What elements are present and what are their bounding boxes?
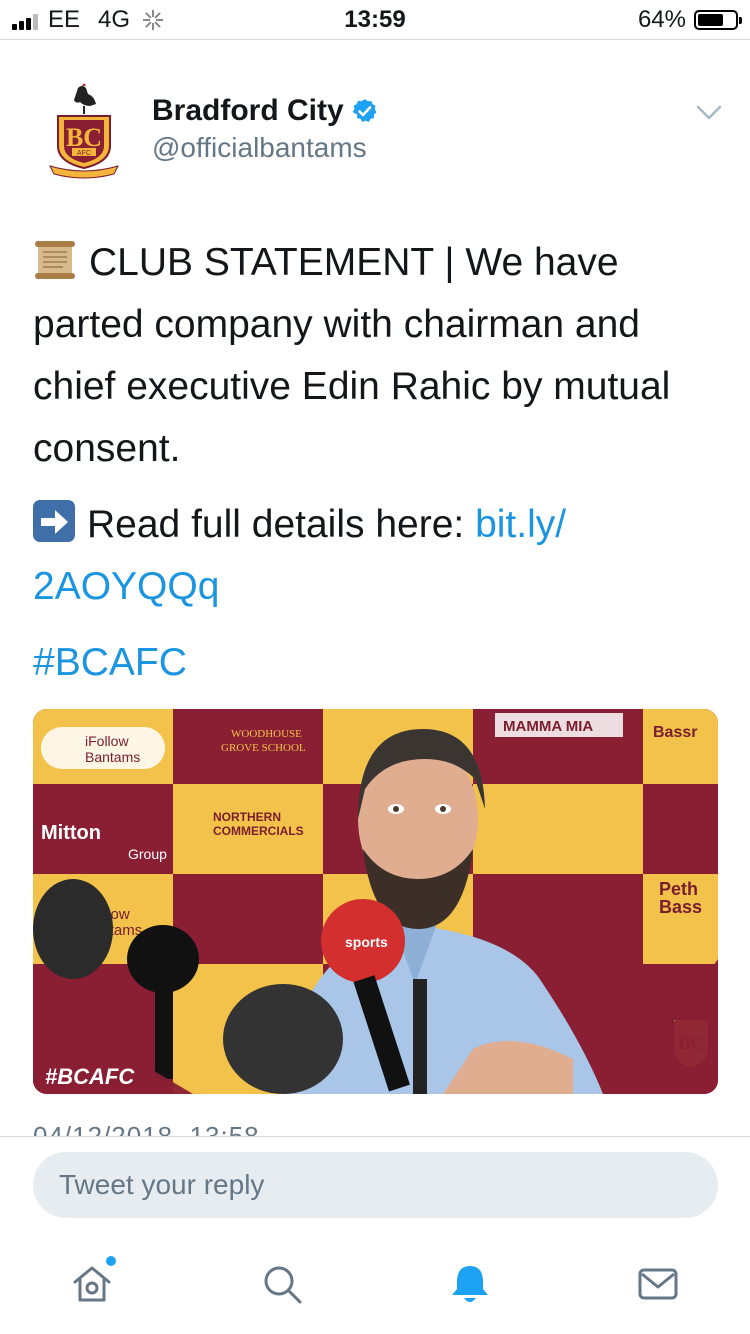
svg-text:GROVE SCHOOL: GROVE SCHOOL xyxy=(221,742,306,754)
verified-badge-icon xyxy=(352,99,377,122)
svg-text:COMMERCIALS: COMMERCIALS xyxy=(213,824,304,838)
bradford-city-crest-icon: BC AFC xyxy=(49,83,119,179)
svg-text:Peth: Peth xyxy=(659,879,698,899)
svg-text:NORTHERN: NORTHERN xyxy=(213,810,281,824)
tweet-paragraph-link: Read full details here: bit.ly/ 2AOYQQq xyxy=(33,494,723,618)
tab-notifications[interactable] xyxy=(448,1262,492,1306)
reply-divider xyxy=(0,1136,750,1137)
tab-messages[interactable] xyxy=(636,1262,680,1306)
avatar[interactable]: BC AFC xyxy=(42,82,126,182)
search-icon xyxy=(264,1266,302,1304)
tweet-media-image[interactable]: iFollow Bantams WOODHOUSE GROVE SCHOOL M… xyxy=(33,709,718,1094)
svg-text:Bass: Bass xyxy=(659,897,702,917)
statement-text: CLUB STATEMENT | We have parted company … xyxy=(33,241,671,470)
chevron-down-icon[interactable] xyxy=(696,104,722,122)
svg-text:iFollow: iFollow xyxy=(85,733,129,749)
svg-text:sports: sports xyxy=(345,934,388,950)
scroll-emoji-icon xyxy=(35,241,75,279)
home-icon xyxy=(73,1266,111,1302)
tweet-text: CLUB STATEMENT | We have parted company … xyxy=(33,232,723,708)
tab-search[interactable] xyxy=(260,1262,304,1306)
reply-input[interactable] xyxy=(33,1152,718,1218)
svg-text:Group: Group xyxy=(128,846,167,862)
tab-home[interactable] xyxy=(70,1262,114,1306)
author-display-name[interactable]: Bradford City xyxy=(152,94,378,128)
tweet-timestamp: 04/12/2018, 13:58 xyxy=(33,1121,260,1136)
read-more-text: Read full details here: xyxy=(87,503,476,546)
svg-text:BC: BC xyxy=(66,123,102,152)
press-conference-photo: iFollow Bantams WOODHOUSE GROVE SCHOOL M… xyxy=(33,709,718,1094)
svg-text:Mitton: Mitton xyxy=(41,822,101,844)
author-handle[interactable]: @officialbantams xyxy=(152,132,367,164)
tweet-paragraph-statement: CLUB STATEMENT | We have parted company … xyxy=(33,232,723,480)
svg-text:AFC: AFC xyxy=(77,150,91,157)
battery-icon xyxy=(694,10,742,30)
status-bar: EE 4G 13:59 64% xyxy=(0,0,750,40)
svg-text:WOODHOUSE: WOODHOUSE xyxy=(231,728,302,740)
battery-percentage: 64% xyxy=(637,6,686,33)
hashtag-link[interactable]: #BCAFC xyxy=(33,641,187,684)
svg-text:MAMMA MIA: MAMMA MIA xyxy=(503,718,593,735)
messages-icon xyxy=(638,1268,678,1300)
svg-text:Bassr: Bassr xyxy=(653,724,697,741)
svg-text:Bantams: Bantams xyxy=(85,749,140,765)
status-right: 64% xyxy=(637,6,742,34)
media-hashtag-overlay: #BCAFC xyxy=(45,1064,135,1089)
author-name-text: Bradford City xyxy=(152,94,344,127)
tweet-paragraph-hashtag: #BCAFC xyxy=(33,632,723,694)
right-arrow-emoji-icon xyxy=(33,500,75,542)
new-content-indicator xyxy=(106,1256,116,1266)
notifications-icon xyxy=(452,1266,488,1302)
